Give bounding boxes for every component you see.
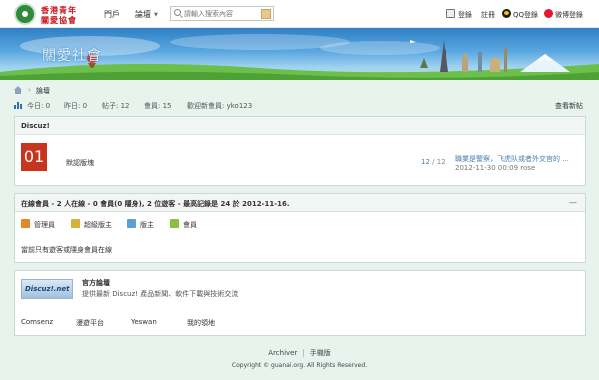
stat-today: 今日: 0 [27, 102, 51, 110]
online-note: 當前只有遊客或隱身會員在線 [21, 246, 112, 254]
forum-group-header: Discuz! [15, 117, 585, 135]
footer-separator: | [302, 349, 305, 357]
links-box: Discuz!.net 官方論壇 提供最新 Discuz! 產品新聞、軟件下載與… [14, 270, 586, 336]
archiver-link[interactable]: Archiver [268, 349, 297, 357]
online-members-title: 在線會員 - 2 人在線 - 0 會員(0 隱身), 2 位遊客 - 最高記錄是… [21, 200, 290, 208]
breadcrumb-separator: › [28, 86, 31, 94]
friend-link-yeswan[interactable]: Yeswan [131, 318, 157, 326]
forum-count-separator: / [429, 158, 437, 166]
online-members-header: 在線會員 - 2 人在線 - 0 會員(0 隱身), 2 位遊客 - 最高記錄是… [15, 194, 585, 212]
legend-label-member: 會員 [183, 221, 197, 229]
site-logo[interactable]: 香港青年 關愛協會 [14, 3, 84, 25]
footer-links: Archiver | 手機版 [0, 348, 599, 358]
forum-thread-count: 12 [421, 158, 430, 166]
last-post-title-link[interactable]: 職業是警察，飞虎队或者外交官的 ... [455, 154, 569, 164]
collapse-button[interactable]: — [569, 198, 577, 207]
nav-forum-label: 論壇 [135, 10, 151, 19]
discuz-logo[interactable]: Discuz!.net [21, 279, 73, 299]
friend-link-manyou[interactable]: 漫遊平台 [76, 318, 104, 328]
official-forum-description: 提供最新 Discuz! 產品新聞、軟件下載與技術交流 [82, 290, 239, 298]
forum-number-icon[interactable]: 01 [21, 143, 47, 171]
search-icon [174, 9, 181, 16]
search-submit-button[interactable] [261, 9, 271, 19]
search-box [170, 6, 274, 21]
last-post-meta: 2012-11-30 00:09 rose [455, 164, 536, 172]
stat-new-member: 歡迎新會員: yko123 [187, 102, 253, 110]
member-icon [170, 219, 179, 228]
home-icon[interactable] [14, 86, 22, 94]
friend-link-my-territory[interactable]: 我的領地 [187, 318, 215, 328]
stats-chart-icon [14, 102, 22, 109]
forum-number: 01 [23, 147, 45, 166]
banner-title: 關愛社會 [42, 48, 102, 64]
register-link[interactable]: 註冊 [481, 10, 495, 20]
qq-login-link[interactable]: QQ登錄 [513, 10, 538, 20]
copyright: Copyright © guanai.org. All Rights Reser… [231, 362, 368, 369]
forum-name-link[interactable]: 默認版塊 [66, 158, 94, 168]
nav-portal[interactable]: 門戶 [104, 9, 120, 20]
legend-label-super-mod: 超級版主 [84, 221, 112, 229]
stat-posts: 帖子: 12 [102, 102, 130, 110]
forum-post-count: 12 [436, 158, 446, 166]
super-moderator-icon [71, 219, 80, 228]
site-banner: 關愛社會 [0, 28, 599, 80]
forum-group-box: Discuz! 01 默認版塊 12 / 12 職業是警察，飞虎队或者外交官的 … [14, 116, 586, 186]
official-forum-link[interactable]: 官方論壇 [82, 278, 110, 288]
stat-yesterday: 昨日: 0 [64, 102, 88, 110]
logo-text-line2: 關愛協會 [41, 15, 77, 25]
logo-emblem-icon [14, 3, 36, 25]
view-new-posts-link[interactable]: 查看新帖 [555, 101, 583, 111]
login-link[interactable]: 登錄 [458, 10, 472, 20]
discuz-logo-text: Discuz!.net [25, 285, 70, 293]
legend-label-admin: 管理員 [34, 221, 55, 229]
friend-link-comsenz[interactable]: Comsenz [21, 318, 53, 326]
admin-icon [21, 219, 30, 228]
login-icon [446, 9, 455, 18]
breadcrumb-forum[interactable]: 論壇 [36, 86, 50, 96]
legend-label-mod: 版主 [140, 221, 154, 229]
search-input[interactable] [184, 8, 260, 20]
moderator-icon [127, 219, 136, 228]
chevron-down-icon: ▼ [154, 12, 158, 18]
online-members-box: 在線會員 - 2 人在線 - 0 會員(0 隱身), 2 位遊客 - 最高記錄是… [14, 193, 586, 263]
qq-icon [502, 9, 511, 18]
mobile-link[interactable]: 手機版 [310, 349, 331, 357]
stat-members: 會員: 15 [144, 102, 172, 110]
weibo-login-link[interactable]: 微博登錄 [555, 10, 583, 20]
top-bar: 香港青年 關愛協會 門戶 論壇 ▼ 登錄 註冊 QQ登錄 微博登錄 [0, 0, 599, 28]
forum-thread-post-count: 12 / 12 [421, 158, 446, 166]
nav-forum[interactable]: 論壇 ▼ [135, 9, 158, 20]
forum-group-title[interactable]: Discuz! [21, 122, 50, 130]
weibo-icon [544, 9, 553, 18]
